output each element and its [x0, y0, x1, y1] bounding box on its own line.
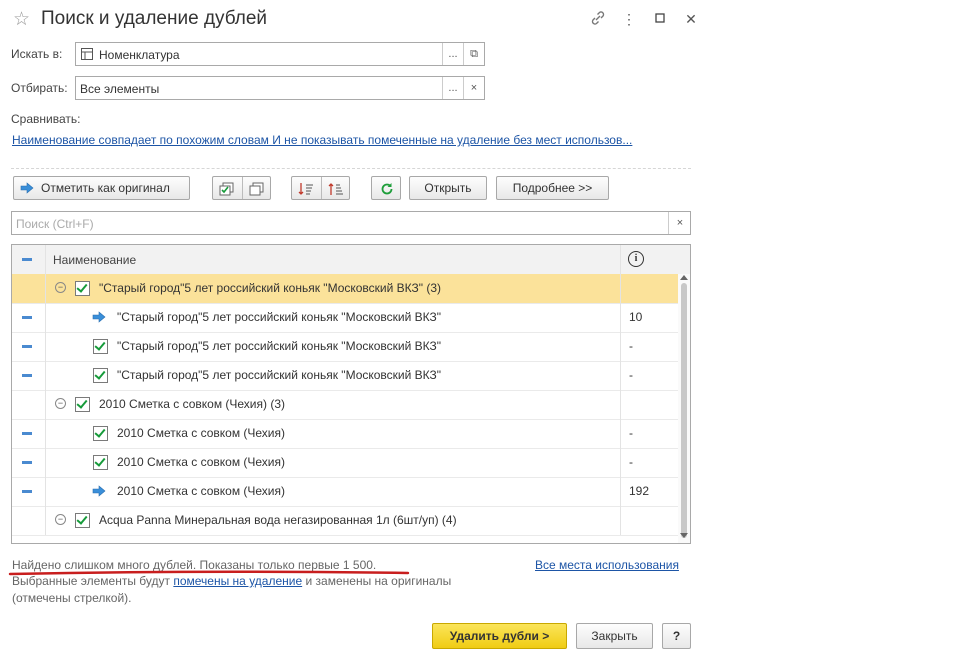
- table-row[interactable]: "Старый город"5 лет российский коньяк "М…: [12, 361, 678, 391]
- sort-ascending-icon[interactable]: [298, 181, 314, 203]
- search-in-field[interactable]: Номенклатура ... ⧉: [75, 42, 485, 66]
- table-row[interactable]: 2010 Сметка с совком (Чехия) -: [12, 448, 678, 478]
- item-name: 2010 Сметка с совком (Чехия): [117, 426, 285, 440]
- usage-count: -: [629, 339, 633, 353]
- mark-icon[interactable]: [22, 432, 32, 435]
- item-name: "Старый город"5 лет российский коньяк "М…: [117, 310, 442, 324]
- group-row[interactable]: − 2010 Сметка с совком (Чехия) (3): [12, 390, 678, 420]
- search-input[interactable]: Поиск (Ctrl+F): [16, 217, 94, 231]
- search-in-label: Искать в:: [11, 47, 63, 61]
- refresh-icon: [381, 183, 393, 195]
- mark-icon[interactable]: [22, 316, 32, 319]
- filter-field[interactable]: Все элементы ... ×: [75, 76, 485, 100]
- scroll-down-icon[interactable]: [680, 533, 688, 539]
- checkbox[interactable]: [75, 281, 90, 296]
- usage-count: -: [629, 426, 633, 440]
- more-details-button[interactable]: Подробнее >>: [496, 176, 609, 200]
- group-name: 2010 Сметка с совком (Чехия) (3): [99, 397, 285, 411]
- compare-settings-link[interactable]: Наименование совпадает по похожим словам…: [12, 133, 632, 147]
- favorite-star-icon[interactable]: ☆: [13, 8, 30, 31]
- mark-original-label: Отметить как оригинал: [41, 181, 170, 195]
- marked-for-deletion-link[interactable]: помечены на удаление: [173, 574, 302, 588]
- search-in-select-button[interactable]: ...: [442, 43, 464, 65]
- checkbox[interactable]: [93, 339, 108, 354]
- header-mark-icon[interactable]: [22, 258, 32, 261]
- compare-label: Сравнивать:: [11, 112, 81, 126]
- check-group: [212, 176, 271, 200]
- item-name: 2010 Сметка с совком (Чехия): [117, 455, 285, 469]
- usages-info-icon: i: [628, 251, 644, 267]
- scrollbar-thumb[interactable]: [681, 283, 687, 538]
- table-row[interactable]: 2010 Сметка с совком (Чехия) -: [12, 419, 678, 449]
- all-usages-link[interactable]: Все места использования: [535, 558, 679, 572]
- uncheck-all-icon[interactable]: [249, 181, 265, 203]
- checkbox[interactable]: [93, 455, 108, 470]
- delete-duplicates-button[interactable]: Удалить дубли >: [432, 623, 567, 649]
- search-in-open-button[interactable]: ⧉: [463, 43, 485, 65]
- group-row[interactable]: − "Старый город"5 лет российский коньяк "…: [12, 274, 678, 304]
- usage-count: -: [629, 368, 633, 382]
- footer-note-text-2: и заменены на оригиналы: [305, 574, 452, 588]
- checkbox[interactable]: [75, 513, 90, 528]
- usage-count: -: [629, 455, 633, 469]
- sort-descending-icon[interactable]: [328, 181, 344, 203]
- group-name: Acqua Panna Минеральная вода негазирован…: [99, 513, 457, 527]
- footer-note: Выбранные элементы будут помечены на уда…: [12, 574, 451, 588]
- more-vertical-icon[interactable]: ⋮: [620, 10, 638, 28]
- footer-note-line2: (отмечены стрелкой).: [12, 591, 132, 605]
- divider: [11, 168, 691, 169]
- filter-label: Отбирать:: [11, 81, 68, 95]
- mark-icon[interactable]: [22, 374, 32, 377]
- original-arrow-icon[interactable]: [92, 311, 106, 326]
- mark-icon[interactable]: [22, 461, 32, 464]
- duplicates-table: Наименование i − "Старый город"5 лет росс…: [11, 244, 691, 544]
- table-row[interactable]: 2010 Сметка с совком (Чехия) 192: [12, 477, 678, 507]
- table-row[interactable]: "Старый город"5 лет российский коньяк "М…: [12, 332, 678, 362]
- mark-icon[interactable]: [22, 490, 32, 493]
- search-in-value: Номенклатура: [99, 48, 180, 62]
- close-button[interactable]: Закрыть: [576, 623, 653, 649]
- table-icon: [81, 48, 93, 60]
- header-name[interactable]: Наименование: [53, 253, 136, 267]
- refresh-button[interactable]: [371, 176, 401, 200]
- filter-select-button[interactable]: ...: [442, 77, 464, 99]
- table-row[interactable]: "Старый город"5 лет российский коньяк "М…: [12, 303, 678, 333]
- search-clear-button[interactable]: ×: [669, 212, 691, 234]
- footer-note-text: Выбранные элементы будут: [12, 574, 170, 588]
- close-icon[interactable]: ✕: [682, 10, 700, 28]
- maximize-icon[interactable]: [651, 10, 669, 28]
- vertical-scrollbar[interactable]: [678, 274, 690, 543]
- checkbox[interactable]: [75, 397, 90, 412]
- group-name: "Старый город"5 лет российский коньяк "М…: [99, 281, 442, 295]
- open-button[interactable]: Открыть: [409, 176, 487, 200]
- collapse-icon[interactable]: −: [55, 514, 66, 525]
- checkbox[interactable]: [93, 426, 108, 441]
- usage-count: 10: [629, 310, 643, 324]
- item-name: 2010 Сметка с совком (Чехия): [117, 484, 285, 498]
- filter-clear-button[interactable]: ×: [463, 77, 485, 99]
- group-row[interactable]: − Acqua Panna Минеральная вода негазирова…: [12, 506, 678, 536]
- help-button[interactable]: ?: [662, 623, 691, 649]
- original-arrow-icon[interactable]: [92, 485, 106, 500]
- usage-count: 192: [629, 484, 650, 498]
- arrow-right-icon: [20, 182, 34, 194]
- mark-original-button[interactable]: Отметить как оригинал: [13, 176, 190, 200]
- search-field: Поиск (Ctrl+F) ×: [11, 211, 691, 235]
- item-name: "Старый город"5 лет российский коньяк "М…: [117, 339, 442, 353]
- link-icon[interactable]: [589, 10, 607, 28]
- window-title: Поиск и удаление дублей: [41, 8, 268, 29]
- filter-value: Все элементы: [80, 82, 160, 96]
- collapse-icon[interactable]: −: [55, 398, 66, 409]
- item-name: "Старый город"5 лет российский коньяк "М…: [117, 368, 442, 382]
- mark-icon[interactable]: [22, 345, 32, 348]
- checkbox[interactable]: [93, 368, 108, 383]
- sort-group: [291, 176, 350, 200]
- table-header: Наименование i: [12, 245, 690, 275]
- check-all-icon[interactable]: [219, 181, 235, 203]
- collapse-icon[interactable]: −: [55, 282, 66, 293]
